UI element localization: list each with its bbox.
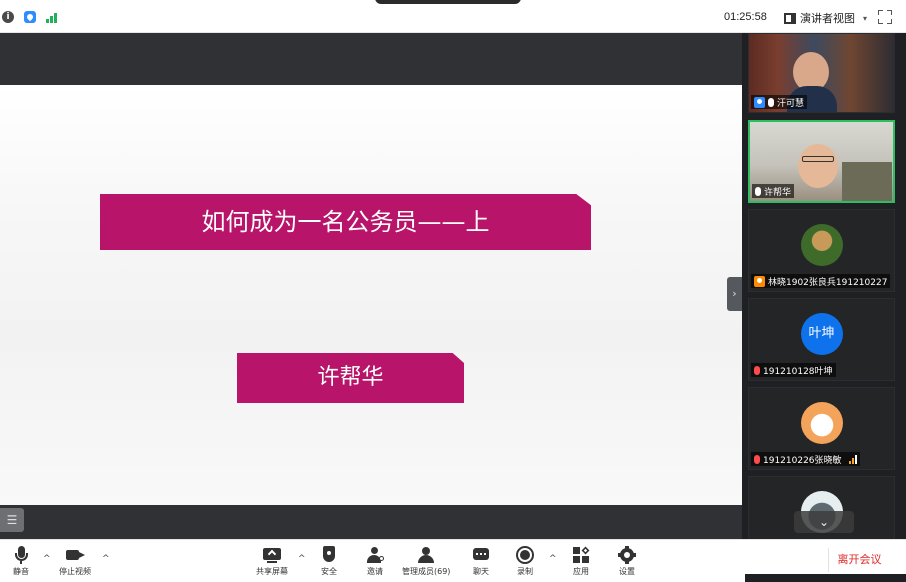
participant-tile-active-speaker[interactable]: 许帮华 (748, 120, 895, 203)
participant-tile[interactable]: 林晓1902张良兵191210227 (748, 209, 895, 292)
settings-label: 设置 (619, 567, 635, 576)
stop-video-button[interactable]: 停止视频 (59, 546, 91, 577)
person-icon (754, 96, 765, 108)
add-person-icon (366, 546, 384, 564)
share-options-chevron-icon[interactable]: ^ (298, 554, 306, 564)
record-button[interactable]: 录制 (516, 546, 534, 577)
record-options-chevron-icon[interactable]: ^ (549, 554, 557, 564)
microphone-muted-icon (754, 365, 760, 375)
security-label: 安全 (321, 567, 337, 576)
microphone-muted-icon (754, 454, 760, 464)
gallery-bottom-strip (745, 574, 906, 582)
invite-button[interactable]: 邀请 (366, 546, 384, 577)
avatar (800, 224, 843, 266)
participant-name: 191210128叶坤 (763, 366, 833, 377)
manage-participants-button[interactable]: 管理成员(69) (402, 546, 450, 577)
participant-name: 汗可慧 (777, 98, 805, 109)
shield-icon (320, 546, 338, 564)
meeting-toolbar: 静音 ^ 停止视频 ^ 共享屏幕 ^ 安全 邀请 管理成员(69) 聊天 录制 … (0, 539, 745, 582)
security-button[interactable]: 安全 (320, 546, 338, 577)
participant-label: 191210226张晓敏 (751, 452, 860, 466)
apps-label: 应用 (573, 567, 589, 576)
participant-name: 许帮华 (764, 187, 792, 198)
presentation-slide: 如何成为一名公务员——上 许帮华 ☰ (0, 85, 742, 532)
mute-button[interactable]: 静音 (12, 546, 30, 577)
scroll-down-button[interactable]: ⌄ (794, 511, 854, 533)
meeting-timer: 01:25:58 (724, 11, 767, 23)
meeting-info-icon[interactable]: i (2, 11, 14, 23)
participant-name: 191210226张晓敏 (763, 455, 842, 466)
gear-icon (618, 546, 636, 564)
collapse-gallery-button[interactable]: › (727, 277, 742, 311)
top-bar: i 01:25:58 演讲者视图 ▾ (0, 0, 906, 33)
manage-participants-label: 管理成员(69) (402, 567, 451, 576)
record-icon (516, 546, 534, 564)
participants-icon (417, 546, 435, 564)
share-screen-icon (263, 546, 281, 564)
video-options-chevron-icon[interactable]: ^ (102, 554, 110, 564)
participant-tile[interactable]: 191210226张晓敏 (748, 387, 895, 470)
participant-tile[interactable]: 叶坤 191210128叶坤 (748, 298, 895, 381)
microphone-icon (755, 186, 761, 196)
slide-title: 如何成为一名公务员——上 (100, 194, 591, 250)
slide-presenter-name: 许帮华 (237, 353, 464, 403)
shared-screen-stage: 如何成为一名公务员——上 许帮华 ☰ › (0, 33, 742, 539)
avatar (800, 402, 843, 444)
participant-gallery[interactable]: 汗可慧 许帮华 林晓1902张良兵191210227 叶坤 191210128叶… (742, 33, 906, 539)
invite-label: 邀请 (367, 567, 383, 576)
record-label: 录制 (517, 567, 533, 576)
chat-button[interactable]: 聊天 (472, 546, 490, 577)
participant-label: 许帮华 (752, 184, 795, 198)
signal-icon (848, 454, 857, 464)
view-label: 演讲者视图 (800, 12, 855, 25)
video-camera-icon (66, 546, 85, 564)
chat-label: 聊天 (473, 567, 489, 576)
avatar: 叶坤 (800, 313, 843, 355)
mute-label: 静音 (13, 567, 29, 576)
participant-label: 汗可慧 (751, 95, 808, 109)
apps-button[interactable]: 应用 (572, 546, 590, 577)
person-icon (754, 275, 765, 287)
audio-options-chevron-icon[interactable]: ^ (43, 554, 51, 564)
share-screen-label: 共享屏幕 (256, 567, 288, 576)
participant-name: 林晓1902张良兵191210227 (768, 277, 888, 288)
toolbar-right-area: 离开会议 (745, 539, 906, 582)
share-screen-button[interactable]: 共享屏幕 (256, 546, 288, 577)
participant-label: 191210128叶坤 (751, 363, 836, 377)
encryption-shield-icon[interactable] (24, 11, 36, 23)
chevron-down-icon: ▾ (863, 13, 868, 23)
chat-bubble-icon (472, 546, 490, 564)
participant-tile[interactable]: 汗可慧 (748, 33, 895, 113)
view-switch-button[interactable]: 演讲者视图 ▾ (784, 10, 867, 26)
top-drag-handle[interactable] (375, 0, 521, 4)
apps-grid-icon (572, 546, 590, 564)
network-signal-icon[interactable] (46, 11, 60, 23)
microphone-icon (768, 97, 774, 107)
list-icon[interactable]: ☰ (0, 508, 24, 532)
microphone-icon (12, 546, 30, 564)
fullscreen-icon[interactable] (878, 10, 892, 24)
leave-meeting-button[interactable]: 离开会议 (828, 548, 890, 572)
speaker-view-icon (784, 12, 796, 24)
settings-button[interactable]: 设置 (618, 546, 636, 577)
participant-label: 林晓1902张良兵191210227 (751, 274, 891, 288)
stop-video-label: 停止视频 (59, 567, 91, 576)
